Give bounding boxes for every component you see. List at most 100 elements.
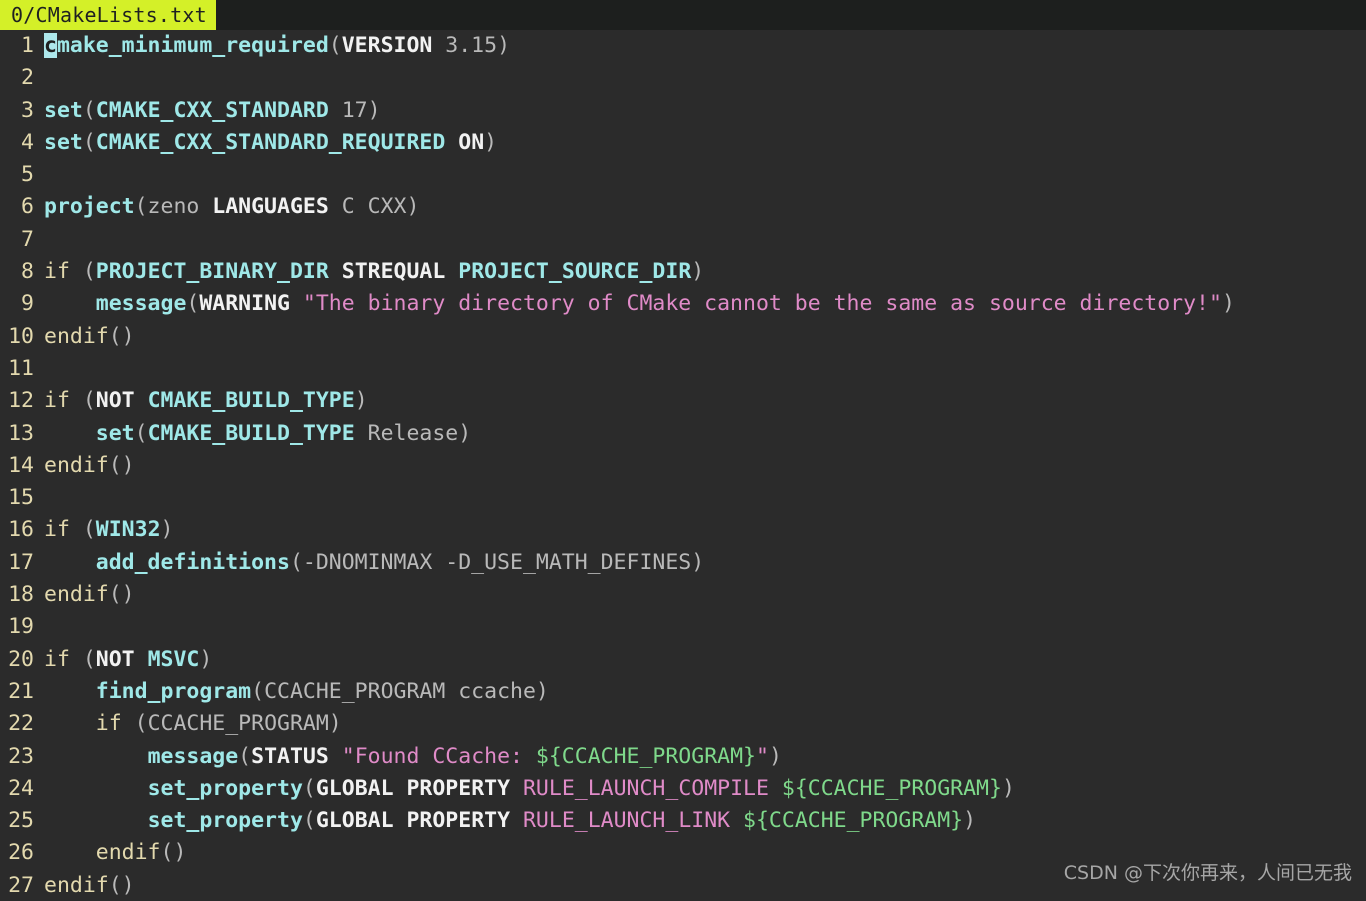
line-content[interactable]: set(CMAKE_CXX_STANDARD 17) — [44, 95, 1366, 127]
line-number: 19 — [8, 614, 34, 640]
code-token: " — [755, 743, 769, 769]
code-token: ( — [302, 775, 316, 801]
code-line[interactable]: 21 find_program(CCACHE_PROGRAM ccache) — [0, 676, 1366, 708]
line-content[interactable]: if (NOT CMAKE_BUILD_TYPE) — [44, 385, 1366, 417]
code-token: ( — [82, 388, 96, 414]
code-token: ${CCACHE_PROGRAM} — [781, 775, 1002, 801]
line-content[interactable]: endif() — [44, 579, 1366, 611]
line-number: 20 — [8, 646, 34, 672]
code-line[interactable]: 10 endif() — [0, 321, 1366, 353]
code-token: () — [108, 323, 135, 349]
line-content[interactable]: add_definitions(-DNOMINMAX -D_USE_MATH_D… — [44, 547, 1366, 579]
code-token: STATUS — [251, 743, 329, 769]
code-token: STREQUAL — [341, 259, 446, 285]
code-line[interactable]: 24 set_property(GLOBAL PROPERTY RULE_LAU… — [0, 773, 1366, 805]
code-line[interactable]: 3 set(CMAKE_CXX_STANDARD 17) — [0, 95, 1366, 127]
code-token: ( — [134, 420, 148, 446]
code-token: VERSION — [341, 33, 433, 58]
code-token: ) — [768, 743, 782, 769]
line-content[interactable]: endif() — [44, 450, 1366, 482]
code-editor-surface[interactable]: 1 cmake_minimum_required(VERSION 3.15) 2 3 s… — [0, 30, 1366, 901]
code-line[interactable]: 16 if (WIN32) — [0, 514, 1366, 546]
line-content[interactable]: set(CMAKE_CXX_STANDARD_REQUIRED ON) — [44, 127, 1366, 159]
line-number: 6 — [21, 194, 34, 220]
code-token: ( — [82, 259, 96, 285]
code-line[interactable]: 4 set(CMAKE_CXX_STANDARD_REQUIRED ON) — [0, 127, 1366, 159]
line-number: 2 — [21, 65, 34, 91]
code-line[interactable]: 23 message(STATUS "Found CCache: ${CCACH… — [0, 741, 1366, 773]
code-token: Release) — [354, 420, 472, 446]
line-content[interactable]: find_program(CCACHE_PROGRAM ccache) — [44, 676, 1366, 708]
line-content[interactable]: message(WARNING "The binary directory of… — [44, 288, 1366, 320]
code-line[interactable]: 9 message(WARNING "The binary directory … — [0, 288, 1366, 320]
csdn-watermark: CSDN @下次你再来，人间已无我 — [1063, 862, 1352, 884]
line-content[interactable]: if (PROJECT_BINARY_DIR STREQUAL PROJECT_… — [44, 256, 1366, 288]
code-line[interactable]: 12 if (NOT CMAKE_BUILD_TYPE) — [0, 385, 1366, 417]
line-content[interactable]: if (WIN32) — [44, 514, 1366, 546]
code-token: GLOBAL PROPERTY — [315, 808, 511, 834]
code-line[interactable]: 13 set(CMAKE_BUILD_TYPE Release) — [0, 418, 1366, 450]
line-content[interactable]: if (CCACHE_PROGRAM) — [44, 708, 1366, 740]
code-line[interactable]: 20 if (NOT MSVC) — [0, 644, 1366, 676]
code-line[interactable]: 25 set_property(GLOBAL PROPERTY RULE_LAU… — [0, 805, 1366, 837]
line-number: 27 — [8, 872, 34, 898]
line-number: 23 — [8, 743, 34, 769]
code-token: (zeno — [134, 194, 213, 220]
code-line[interactable]: 15 — [0, 482, 1366, 514]
line-content[interactable]: if (NOT MSVC) — [44, 644, 1366, 676]
code-line[interactable]: 8 if (PROJECT_BINARY_DIR STREQUAL PROJECT… — [0, 256, 1366, 288]
code-line[interactable]: 2 — [0, 62, 1366, 94]
code-token: (CCACHE_PROGRAM ccache) — [251, 678, 549, 704]
line-content[interactable]: cmake_minimum_required(VERSION 3.15) — [44, 30, 1366, 62]
line-number: 4 — [21, 129, 34, 155]
code-token: add_definitions — [95, 549, 290, 575]
line-content[interactable]: project(zeno LANGUAGES C CXX) — [44, 191, 1366, 223]
code-token: "Found CCache: — [341, 743, 536, 769]
code-token: ) — [963, 808, 977, 834]
line-content[interactable]: set_property(GLOBAL PROPERTY RULE_LAUNCH… — [44, 805, 1366, 837]
line-number: 18 — [8, 582, 34, 608]
code-token: (CCACHE_PROGRAM) — [134, 711, 342, 737]
code-line[interactable]: 19 — [0, 611, 1366, 643]
code-line[interactable]: 1 cmake_minimum_required(VERSION 3.15) — [0, 30, 1366, 62]
tab-cmakelists[interactable]: 0/CMakeLists.txt — [0, 0, 216, 30]
code-token: set_property — [147, 808, 303, 834]
code-line[interactable]: 14 endif() — [0, 450, 1366, 482]
editor-window: 0/CMakeLists.txt 1 cmake_minimum_required… — [0, 0, 1366, 901]
code-token: endif — [95, 840, 161, 866]
code-token: WARNING — [199, 291, 290, 317]
line-number: 12 — [8, 388, 34, 414]
code-line[interactable]: 6 project(zeno LANGUAGES C CXX) — [0, 191, 1366, 223]
code-token: CMAKE_CXX_STANDARD — [95, 97, 329, 123]
code-token: ( — [82, 646, 96, 672]
code-token: if — [44, 388, 83, 414]
line-number: 13 — [8, 420, 34, 446]
code-token: WIN32 — [95, 517, 161, 543]
code-token: message — [95, 291, 187, 317]
code-line[interactable]: 17 add_definitions(-DNOMINMAX -D_USE_MAT… — [0, 547, 1366, 579]
code-line[interactable]: 11 — [0, 353, 1366, 385]
code-line[interactable]: 5 — [0, 159, 1366, 191]
line-number: 24 — [8, 775, 34, 801]
code-token: RULE_LAUNCH_COMPILE — [522, 775, 769, 801]
code-line[interactable]: 22 if (CCACHE_PROGRAM) — [0, 708, 1366, 740]
line-content[interactable]: endif() — [44, 321, 1366, 353]
line-content[interactable]: set(CMAKE_BUILD_TYPE Release) — [44, 418, 1366, 450]
line-content[interactable]: set_property(GLOBAL PROPERTY RULE_LAUNCH… — [44, 773, 1366, 805]
code-line[interactable]: 18 endif() — [0, 579, 1366, 611]
code-line[interactable]: 7 — [0, 224, 1366, 256]
code-token: ) — [691, 259, 705, 285]
line-content[interactable]: message(STATUS "Found CCache: ${CCACHE_P… — [44, 741, 1366, 773]
code-token: CMAKE_BUILD_TYPE — [147, 420, 355, 446]
editor-tabbar: 0/CMakeLists.txt — [0, 0, 1366, 30]
